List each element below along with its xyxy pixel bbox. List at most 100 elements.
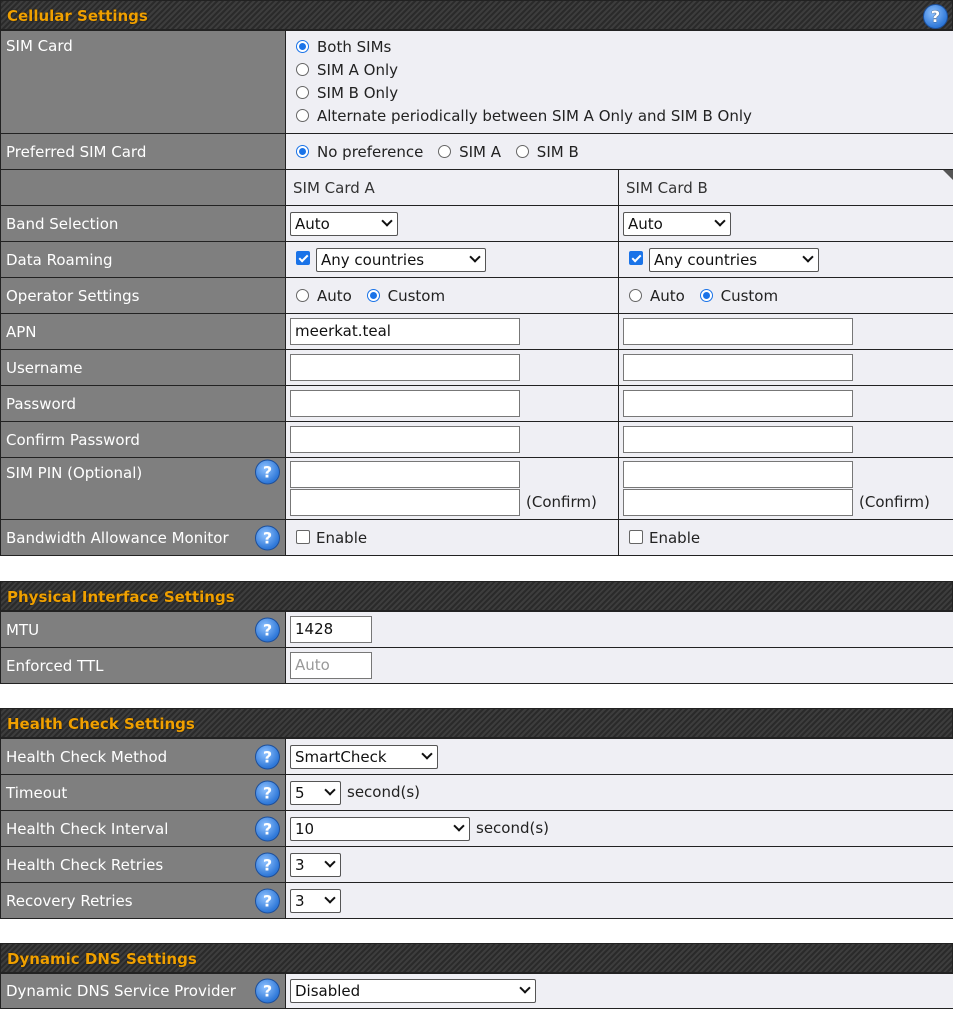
help-icon[interactable]: ? [923,4,948,29]
radio-icon[interactable] [629,289,642,302]
recovery-label: Recovery Retries [6,892,133,910]
interval-unit: second(s) [476,819,549,837]
operator-auto-b[interactable]: Auto [629,287,685,305]
timeout-label-cell: Timeout? [1,775,286,811]
enforced-ttl-label: Enforced TTL [1,648,286,684]
preferred-sim-label: Preferred SIM Card [1,134,286,170]
timeout-label: Timeout [6,784,67,802]
ddns-provider-select[interactable]: Disabled [290,979,536,1003]
radio-pref-sim-a[interactable]: SIM A [438,143,501,161]
section-title: Health Check Settings [7,715,195,733]
band-select-b[interactable]: Auto [623,212,731,236]
radio-both-sims[interactable]: Both SIMs [296,36,953,59]
preferred-sim-options: No preference SIM A SIM B [286,134,953,170]
help-icon[interactable]: ? [255,744,280,769]
health-method-label: Health Check Method [6,748,167,766]
password-label: Password [1,386,286,422]
band-select-a[interactable]: Auto [290,212,398,236]
radio-pref-sim-b[interactable]: SIM B [516,143,579,161]
username-input-a[interactable] [290,354,520,381]
mtu-input[interactable]: 1428 [290,616,372,643]
confirm-password-input-b[interactable] [623,426,853,453]
radio-no-preference[interactable]: No preference [296,143,423,161]
radio-icon[interactable] [700,289,713,302]
password-input-a[interactable] [290,390,520,417]
physical-table: MTU? 1428 Enforced TTL Auto [0,611,953,684]
confirm-label: (Confirm) [859,493,930,511]
corner-decoration [943,170,953,180]
help-icon[interactable]: ? [255,780,280,805]
bandwidth-monitor-label: Bandwidth Allowance Monitor [6,529,229,547]
section-title: Physical Interface Settings [7,588,235,606]
chevron-down-icon [714,215,725,226]
cellular-settings-section: Cellular Settings ? SIM Card Both SIMs S… [0,0,953,556]
radio-icon[interactable] [296,63,309,76]
data-roaming-label: Data Roaming [1,242,286,278]
sim-pin-input-a[interactable] [290,461,520,488]
radio-icon[interactable] [296,109,309,122]
apn-input-b[interactable] [623,318,853,345]
chevron-down-icon [802,251,813,262]
radio-icon[interactable] [296,289,309,302]
radio-alternate[interactable]: Alternate periodically between SIM A Onl… [296,105,953,128]
ddns-provider-label-cell: Dynamic DNS Service Provider? [1,974,286,1009]
radio-icon[interactable] [296,40,309,53]
sim-pin-confirm-input-a[interactable] [290,489,520,516]
radio-sim-b-only[interactable]: SIM B Only [296,82,953,105]
ddns-table: Dynamic DNS Service Provider? Disabled [0,973,953,1009]
bandwidth-enable-checkbox-a[interactable] [296,530,310,544]
help-icon[interactable]: ? [255,852,280,877]
confirm-password-input-a[interactable] [290,426,520,453]
help-icon[interactable]: ? [255,979,280,1004]
help-icon[interactable]: ? [255,816,280,841]
interval-select[interactable]: 10 [290,817,470,841]
operator-custom-b[interactable]: Custom [700,287,778,305]
help-icon[interactable]: ? [255,617,280,642]
roaming-checkbox-b[interactable] [629,251,643,265]
chevron-down-icon [324,856,335,867]
retries-select[interactable]: 3 [290,853,341,877]
roaming-select-b[interactable]: Any countries [649,248,819,272]
radio-sim-a-only[interactable]: SIM A Only [296,59,953,82]
retries-label: Health Check Retries [6,856,163,874]
operator-auto-a[interactable]: Auto [296,287,352,305]
sim-pin-input-b[interactable] [623,461,853,488]
chevron-down-icon [519,982,530,993]
health-method-select[interactable]: SmartCheck [290,745,438,769]
section-title: Cellular Settings [7,7,148,25]
section-header: Dynamic DNS Settings [0,943,953,973]
recovery-select[interactable]: 3 [290,889,341,913]
cellular-table: SIM Card Both SIMs SIM A Only SIM B Only… [0,30,953,556]
radio-icon[interactable] [296,86,309,99]
help-icon[interactable]: ? [255,888,280,913]
username-input-b[interactable] [623,354,853,381]
confirm-password-label: Confirm Password [1,422,286,458]
enforced-ttl-input[interactable]: Auto [290,652,372,679]
health-table: Health Check Method? SmartCheck Timeout?… [0,738,953,919]
timeout-select[interactable]: 5 [290,781,341,805]
operator-custom-a[interactable]: Custom [367,287,445,305]
sim-pin-confirm-input-b[interactable] [623,489,853,516]
mtu-label-cell: MTU? [1,612,286,648]
chevron-down-icon [469,251,480,262]
sim-pin-label-cell: SIM PIN (Optional)? [1,458,286,520]
band-selection-label: Band Selection [1,206,286,242]
apn-input-a[interactable]: meerkat.teal [290,318,520,345]
help-icon[interactable]: ? [255,460,280,485]
chevron-down-icon [324,892,335,903]
apn-label: APN [1,314,286,350]
bandwidth-enable-checkbox-b[interactable] [629,530,643,544]
physical-interface-section: Physical Interface Settings MTU? 1428 En… [0,581,953,684]
column-header-b: SIM Card B [619,170,953,206]
enable-label: Enable [316,529,367,547]
interval-label-cell: Health Check Interval? [1,811,286,847]
radio-icon[interactable] [438,145,451,158]
radio-icon[interactable] [296,145,309,158]
roaming-select-a[interactable]: Any countries [316,248,486,272]
roaming-checkbox-a[interactable] [296,251,310,265]
radio-icon[interactable] [516,145,529,158]
retries-label-cell: Health Check Retries? [1,847,286,883]
radio-icon[interactable] [367,289,380,302]
password-input-b[interactable] [623,390,853,417]
help-icon[interactable]: ? [255,525,280,550]
